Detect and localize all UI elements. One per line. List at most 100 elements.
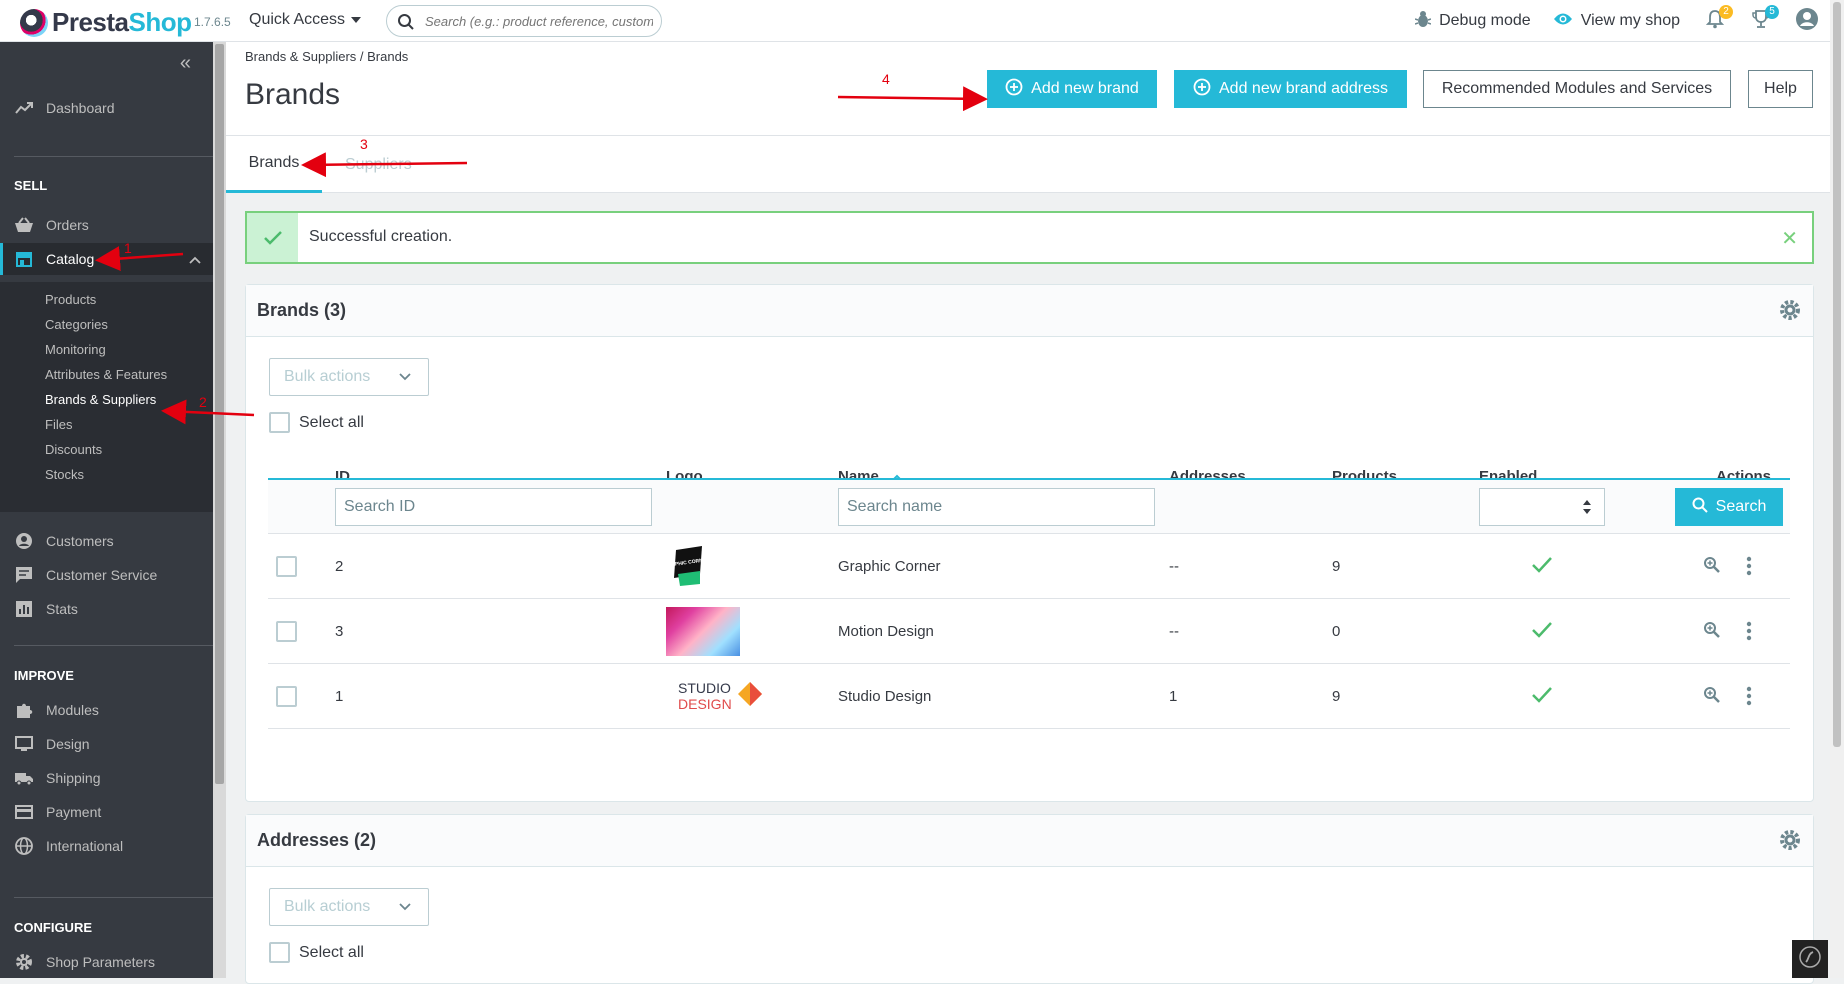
sidebar-item-shop-parameters[interactable]: Shop Parameters: [0, 946, 213, 978]
sidebar-label-customers: Customers: [46, 533, 114, 549]
select-all-label: Select all: [299, 943, 364, 961]
sidebar-item-catalog[interactable]: Catalog: [0, 243, 213, 275]
recommended-modules-button[interactable]: Recommended Modules and Services: [1423, 70, 1731, 108]
sidebar-item-customers[interactable]: Customers: [0, 525, 213, 557]
truck-icon: [14, 768, 34, 788]
close-icon[interactable]: ✕: [1781, 226, 1798, 251]
submenu-item-products[interactable]: Products: [45, 292, 96, 307]
checkbox[interactable]: [269, 412, 290, 433]
sidebar-item-orders[interactable]: Orders: [0, 209, 213, 241]
sidebar-item-shipping[interactable]: Shipping: [0, 762, 213, 794]
sidebar-label-orders: Orders: [46, 217, 89, 233]
enabled-check-icon[interactable]: [1531, 686, 1553, 709]
search-icon: [1692, 497, 1708, 518]
sidebar-section-configure: CONFIGURE: [14, 920, 92, 935]
addresses-card: Addresses (2) Bulk actions Select all: [245, 814, 1814, 984]
checkbox[interactable]: [269, 942, 290, 963]
sidebar-item-stats[interactable]: Stats: [0, 593, 213, 625]
sidebar-item-dashboard[interactable]: Dashboard: [0, 92, 213, 124]
help-button[interactable]: Help: [1748, 70, 1813, 108]
view-my-shop-link[interactable]: View my shop: [1553, 12, 1680, 31]
customers-badge: 5: [1765, 5, 1779, 19]
row-checkbox[interactable]: [276, 686, 297, 707]
search-name-input[interactable]: [838, 488, 1155, 526]
more-vertical-icon[interactable]: [1746, 556, 1752, 581]
submenu-item-attributes-features[interactable]: Attributes & Features: [45, 367, 167, 382]
submenu-item-monitoring[interactable]: Monitoring: [45, 342, 106, 357]
sidebar-label-stats: Stats: [46, 601, 78, 617]
submenu-item-discounts[interactable]: Discounts: [45, 442, 102, 457]
enabled-check-icon[interactable]: [1531, 621, 1553, 644]
enabled-check-icon[interactable]: [1531, 556, 1553, 579]
row-checkbox[interactable]: [276, 621, 297, 642]
sidebar-item-modules[interactable]: Modules: [0, 694, 213, 726]
page-scrollbar[interactable]: [1830, 0, 1844, 978]
sidebar-item-payment[interactable]: Payment: [0, 796, 213, 828]
collapse-sidebar-icon[interactable]: «: [180, 52, 191, 75]
version-label: 1.7.6.5: [194, 15, 231, 29]
customers-notification[interactable]: 5: [1748, 5, 1779, 34]
sidebar: « Dashboard SELL Orders Catalog Products…: [0, 42, 213, 978]
cell-products: 9: [1332, 558, 1341, 575]
enabled-filter-select[interactable]: [1479, 488, 1605, 526]
sidebar-item-customer-service[interactable]: Customer Service: [0, 559, 213, 591]
gear-icon: [14, 952, 34, 972]
table-row: 3 Motion Design -- 0: [268, 599, 1790, 664]
more-vertical-icon[interactable]: [1746, 621, 1752, 646]
header-search[interactable]: [386, 5, 662, 37]
header-right-tools: Debug mode View my shop 2 5: [1414, 0, 1844, 42]
quick-access-label: Quick Access: [249, 11, 346, 28]
addresses-card-header: Addresses (2): [246, 815, 1813, 867]
prestashop-logo[interactable]: PrestaShop: [20, 7, 192, 38]
logo-text-presta: Presta: [52, 7, 129, 37]
settings-gear-icon[interactable]: [1779, 299, 1801, 326]
account-menu[interactable]: [1794, 7, 1820, 34]
sidebar-section-sell: SELL: [14, 178, 48, 193]
orders-notification[interactable]: 2: [1702, 5, 1733, 34]
sidebar-label-shop-parameters: Shop Parameters: [46, 954, 155, 970]
tab-brands[interactable]: Brands: [226, 136, 322, 193]
add-new-brand-address-label: Add new brand address: [1219, 80, 1388, 97]
select-all-checkbox[interactable]: Select all: [269, 412, 364, 433]
basket-icon: [14, 215, 34, 235]
header-search-input[interactable]: [423, 12, 655, 30]
sidebar-scrollbar[interactable]: [213, 42, 226, 978]
page-scrollbar-thumb[interactable]: [1833, 2, 1841, 747]
add-new-brand-button[interactable]: Add new brand: [987, 70, 1157, 108]
quick-access-dropdown[interactable]: Quick Access: [249, 11, 362, 29]
search-icon: [397, 13, 415, 36]
select-all-checkbox[interactable]: Select all: [269, 942, 364, 963]
symfony-toolbar-toggle[interactable]: [1792, 940, 1828, 978]
submenu-item-stocks[interactable]: Stocks: [45, 467, 84, 482]
settings-gear-icon[interactable]: [1779, 829, 1801, 856]
sidebar-item-design[interactable]: Design: [0, 728, 213, 760]
submenu-item-brands-suppliers[interactable]: Brands & Suppliers: [45, 392, 156, 407]
tab-suppliers[interactable]: Suppliers: [345, 136, 412, 193]
bar-chart-icon: [14, 599, 34, 619]
submenu-item-categories[interactable]: Categories: [45, 317, 108, 332]
view-zoom-icon[interactable]: [1703, 556, 1721, 579]
submenu-item-files[interactable]: Files: [45, 417, 72, 432]
sidebar-label-customer-service: Customer Service: [46, 567, 158, 583]
more-vertical-icon[interactable]: [1746, 686, 1752, 711]
search-id-input[interactable]: [335, 488, 652, 526]
tabs-bar: Brands Suppliers: [226, 135, 1830, 193]
view-zoom-icon[interactable]: [1703, 686, 1721, 709]
symfony-icon: [1799, 945, 1821, 973]
globe-icon: [14, 836, 34, 856]
breadcrumb[interactable]: Brands & Suppliers / Brands: [245, 49, 408, 64]
search-button[interactable]: Search: [1675, 488, 1783, 526]
credit-card-icon: [14, 802, 34, 822]
view-zoom-icon[interactable]: [1703, 621, 1721, 644]
sidebar-label-international: International: [46, 838, 124, 854]
row-checkbox[interactable]: [276, 556, 297, 577]
debug-mode-link[interactable]: Debug mode: [1414, 10, 1531, 33]
add-new-brand-address-button[interactable]: Add new brand address: [1174, 70, 1407, 108]
sidebar-scrollbar-thumb[interactable]: [215, 44, 224, 784]
bulk-actions-button[interactable]: Bulk actions: [269, 358, 429, 396]
bulk-actions-button[interactable]: Bulk actions: [269, 888, 429, 926]
catalog-submenu: Products Categories Monitoring Attribute…: [0, 282, 213, 512]
page-header: Brands & Suppliers / Brands Brands Add n…: [226, 42, 1830, 135]
sidebar-item-international[interactable]: International: [0, 830, 213, 862]
trending-up-icon: [14, 98, 34, 118]
